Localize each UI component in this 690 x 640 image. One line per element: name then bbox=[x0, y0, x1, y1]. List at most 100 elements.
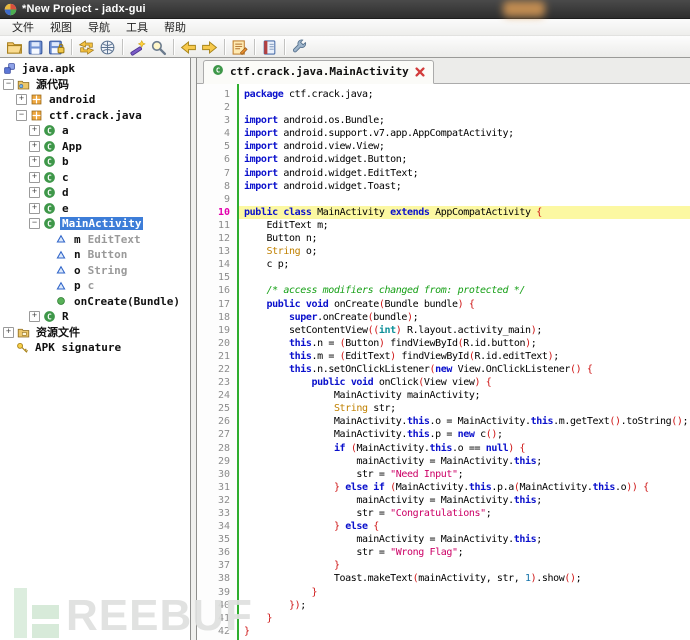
expand-icon[interactable]: + bbox=[29, 202, 40, 214]
svg-text:C: C bbox=[47, 127, 52, 136]
back-icon[interactable] bbox=[178, 37, 199, 57]
tab-label: ctf.crack.java.MainActivity bbox=[230, 65, 409, 78]
tree-item-source-code[interactable]: − 源代码 bbox=[0, 77, 190, 93]
forward-icon[interactable] bbox=[199, 37, 220, 57]
tab-mainactivity[interactable]: C ctf.crack.java.MainActivity bbox=[203, 60, 434, 84]
class-icon: C bbox=[43, 310, 57, 324]
code-line-36: str = "Wrong Flag"; bbox=[244, 547, 464, 559]
code-line-8: import android.widget.Toast; bbox=[244, 180, 402, 192]
project-tree[interactable]: java.apk − 源代码 + android − ctf.crack.java + Ca + C… bbox=[0, 58, 191, 640]
tree-item-ctf-crack-java[interactable]: − ctf.crack.java bbox=[0, 108, 190, 124]
reload-icon[interactable] bbox=[76, 37, 97, 57]
editor-panel: C ctf.crack.java.MainActivity 1234567891… bbox=[196, 58, 690, 640]
toolbar-separator bbox=[284, 39, 285, 55]
code-line-18: super.onCreate(bundle); bbox=[288, 311, 419, 323]
menu-navigation[interactable]: 导航 bbox=[80, 18, 118, 36]
line-number: 42 bbox=[217, 625, 230, 637]
expand-icon[interactable]: + bbox=[29, 140, 40, 152]
tree-item-label: MainActivity bbox=[60, 217, 144, 231]
tree-item-label: a bbox=[62, 124, 69, 138]
tree-item-field-p[interactable]: pc bbox=[0, 278, 190, 294]
expand-icon[interactable]: + bbox=[16, 94, 27, 106]
tree-item-android[interactable]: + android bbox=[0, 92, 190, 108]
tree-item-class-r[interactable]: + C R bbox=[0, 309, 190, 325]
tree-item-field-m[interactable]: m EditText bbox=[0, 232, 190, 248]
svg-text:C: C bbox=[47, 313, 52, 322]
line-number: 4 bbox=[223, 128, 230, 140]
package-icon bbox=[30, 93, 44, 107]
code-line-33: str = "Congratulations"; bbox=[244, 508, 492, 519]
toolbar-separator bbox=[71, 39, 72, 55]
line-number: 24 bbox=[217, 390, 230, 402]
code-line-23: public void onClick(View view) { bbox=[311, 377, 492, 389]
tree-item-field-n[interactable]: n Button bbox=[0, 247, 190, 263]
menu-view[interactable]: 视图 bbox=[42, 18, 80, 36]
code-editor[interactable]: 1 2 3 4 5 6 7 8 9 10 11 12 13 14 15 16 17 18 19 20 21 22 23 24 2… bbox=[197, 84, 690, 640]
svg-text:C: C bbox=[47, 173, 52, 182]
log-viewer-icon[interactable] bbox=[229, 37, 250, 57]
line-number: 28 bbox=[217, 442, 230, 454]
line-number: 21 bbox=[217, 350, 230, 362]
tree-item-label: R bbox=[62, 310, 69, 324]
expand-icon[interactable]: + bbox=[29, 125, 40, 137]
line-number: 10 bbox=[217, 206, 230, 218]
code-text[interactable]: package ctf.crack.java; import android.os… bbox=[239, 84, 690, 640]
toolbar bbox=[0, 36, 690, 59]
class-icon: C bbox=[43, 124, 57, 138]
class-icon: C bbox=[43, 139, 57, 153]
line-number: 2 bbox=[223, 102, 230, 114]
tree-item-method-oncreate[interactable]: onCreate(Bundle) bbox=[0, 294, 190, 310]
report-icon[interactable] bbox=[259, 37, 280, 57]
tree-item-field-o[interactable]: o String bbox=[0, 263, 190, 279]
code-line-12: Button n; bbox=[244, 233, 318, 245]
tree-item-class-mainactivity[interactable]: − C MainActivity bbox=[0, 216, 190, 232]
line-number: 8 bbox=[223, 180, 230, 192]
class-icon: C bbox=[43, 186, 57, 200]
line-number: 20 bbox=[217, 337, 230, 349]
code-line-37: } bbox=[333, 560, 340, 572]
line-number: 41 bbox=[217, 612, 230, 624]
code-line-19: setContentView((int) R.layout.activity_m… bbox=[244, 324, 542, 336]
expand-icon[interactable]: + bbox=[29, 311, 40, 323]
tree-item-label: APK signature bbox=[35, 341, 122, 355]
tree-item-class-b[interactable]: + Cb bbox=[0, 154, 190, 170]
line-number: 38 bbox=[217, 573, 230, 585]
tree-item-class-a[interactable]: + Ca bbox=[0, 123, 190, 139]
save-project-icon[interactable] bbox=[46, 37, 67, 57]
package-icon bbox=[30, 108, 44, 122]
line-number: 5 bbox=[223, 141, 230, 153]
line-number: 11 bbox=[217, 219, 230, 231]
save-all-icon[interactable] bbox=[25, 37, 46, 57]
line-number: 6 bbox=[223, 154, 230, 166]
menu-tools[interactable]: 工具 bbox=[118, 18, 156, 36]
tree-item-label: n bbox=[74, 248, 81, 262]
line-number: 15 bbox=[217, 272, 230, 284]
tree-item-resources[interactable]: + 资源文件 bbox=[0, 325, 190, 341]
tree-item-apk-signature[interactable]: APK signature bbox=[0, 340, 190, 356]
tree-item-java-apk[interactable]: java.apk bbox=[0, 61, 190, 77]
deobfuscation-icon[interactable] bbox=[97, 37, 118, 57]
preferences-icon[interactable] bbox=[289, 37, 310, 57]
toolbar-separator bbox=[173, 39, 174, 55]
tree-item-class-d[interactable]: + Cd bbox=[0, 185, 190, 201]
expand-icon[interactable]: + bbox=[29, 187, 40, 199]
tree-item-label: 资源文件 bbox=[36, 326, 80, 340]
expand-icon[interactable]: + bbox=[29, 156, 40, 168]
tree-item-class-e[interactable]: + Ce bbox=[0, 201, 190, 217]
open-file-icon[interactable] bbox=[4, 37, 25, 57]
magic-wand-icon[interactable] bbox=[127, 37, 148, 57]
tree-item-class-c[interactable]: + Cc bbox=[0, 170, 190, 186]
expand-icon[interactable]: + bbox=[29, 171, 40, 183]
close-icon[interactable] bbox=[415, 66, 425, 77]
collapse-icon[interactable]: − bbox=[29, 218, 40, 230]
svg-text:C: C bbox=[47, 158, 52, 167]
tree-item-class-app[interactable]: + C App bbox=[0, 139, 190, 155]
expand-icon[interactable]: + bbox=[3, 326, 14, 338]
collapse-icon[interactable]: − bbox=[16, 109, 27, 121]
menu-help[interactable]: 帮助 bbox=[156, 18, 194, 36]
menu-file[interactable]: 文件 bbox=[4, 18, 42, 36]
collapse-icon[interactable]: − bbox=[3, 78, 14, 90]
search-icon[interactable] bbox=[148, 37, 169, 57]
code-line-17: public void onCreate(Bundle bundle) { bbox=[266, 298, 475, 310]
